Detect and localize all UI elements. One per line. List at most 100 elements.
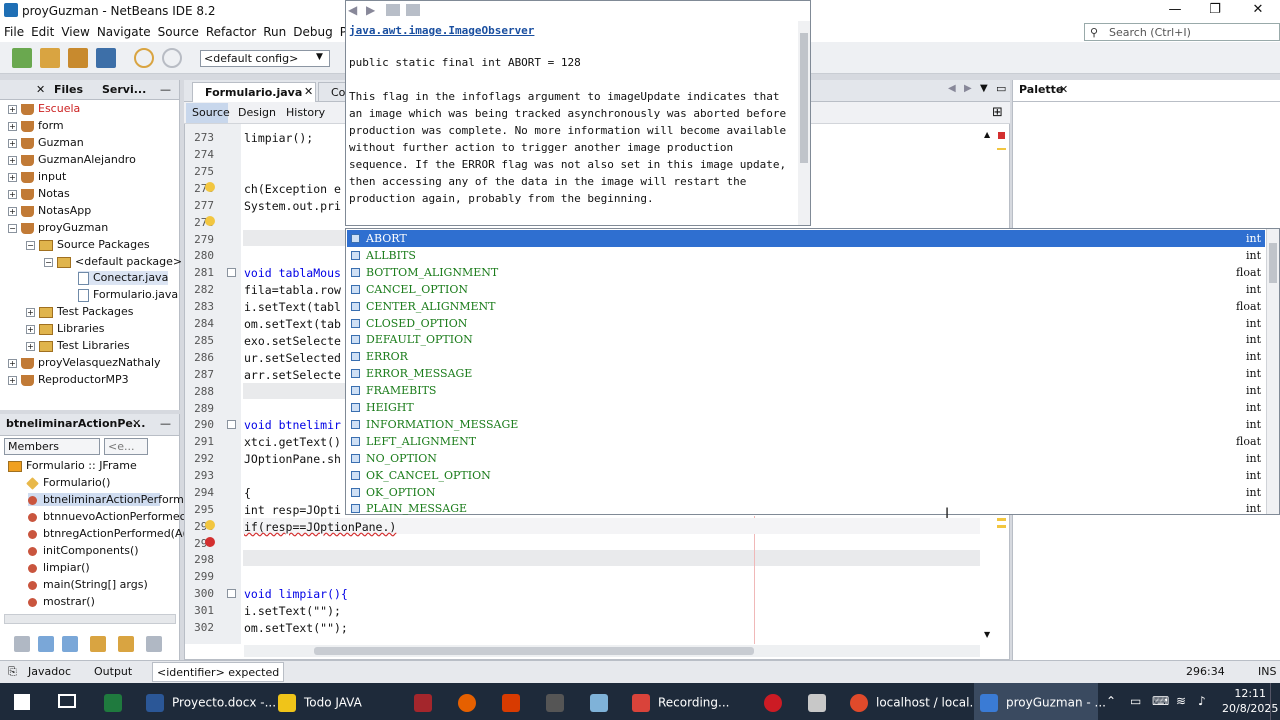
office-icon[interactable] — [502, 683, 528, 720]
tree-item-test-packages[interactable]: + Test Packages — [26, 305, 133, 318]
code-line[interactable]: exo.setSelecte — [244, 334, 341, 348]
close-icon[interactable]: ✕ — [1059, 83, 1068, 96]
forward-arrow-icon[interactable]: ▶ — [366, 3, 375, 17]
new-project-icon[interactable] — [40, 48, 60, 68]
completion-scrollbar[interactable] — [1266, 229, 1279, 514]
completion-item[interactable]: FRAMEBITS int — [347, 382, 1265, 399]
completion-item[interactable]: HEIGHT int — [347, 399, 1265, 416]
completion-item[interactable]: CENTER_ALIGNMENT float — [347, 298, 1265, 315]
error-stripe-marker[interactable] — [998, 132, 1005, 139]
search-input[interactable]: Search (Ctrl+I) — [1084, 23, 1280, 41]
filter-icon[interactable] — [38, 636, 54, 652]
menu-navigate[interactable]: Navigate — [93, 22, 154, 39]
tab-services[interactable]: Servi... — [102, 83, 146, 96]
chevron-right-icon[interactable]: ▶ — [964, 83, 972, 94]
tree-item-default-package[interactable]: − <default package> — [44, 255, 182, 268]
split-view-icon[interactable]: ⊞ — [992, 105, 1003, 120]
code-line[interactable]: i.setText(tabl — [244, 300, 341, 314]
code-line[interactable]: int resp=JOpti — [244, 503, 341, 517]
completion-item[interactable]: ABORT int — [347, 230, 1265, 247]
maximize-button[interactable]: ❐ — [1195, 2, 1235, 20]
fold-icon[interactable] — [227, 420, 236, 429]
notifications-icon[interactable]: ⎘ — [8, 665, 17, 679]
close-icon[interactable]: ✕ — [132, 417, 141, 430]
back-arrow-icon[interactable]: ◀ — [348, 3, 357, 17]
editor-horizontal-scrollbar[interactable] — [244, 645, 980, 657]
code-line[interactable]: System.out.pri — [244, 199, 341, 213]
completion-item[interactable]: DEFAULT_OPTION int — [347, 331, 1265, 348]
tree-item-input[interactable]: + input — [8, 170, 66, 183]
minimize-button[interactable]: — — [1155, 2, 1195, 20]
filter-icon[interactable] — [14, 636, 30, 652]
warning-stripe-marker[interactable] — [997, 518, 1006, 521]
completion-item[interactable]: OK_OPTION int — [347, 484, 1265, 501]
tab-files[interactable]: Files — [54, 83, 83, 96]
javadoc-tab[interactable]: Javadoc — [28, 665, 71, 678]
tree-item-source-packages[interactable]: − Source Packages — [26, 238, 150, 251]
completion-item[interactable]: CANCEL_OPTION int — [347, 281, 1265, 298]
warning-icon[interactable] — [205, 520, 215, 530]
completion-item[interactable]: INFORMATION_MESSAGE int — [347, 416, 1265, 433]
nav-item-limpiar[interactable]: limpiar() — [28, 561, 90, 574]
tree-item-guzmanalejandro[interactable]: + GuzmanAlejandro — [8, 153, 136, 166]
firefox-icon[interactable] — [458, 683, 484, 720]
taskbar-word[interactable]: Proyecto.docx -... — [146, 683, 276, 720]
nav-item-btnnuevo[interactable]: btnnuevoActionPerformec — [28, 510, 186, 523]
tree-item-form[interactable]: + form — [8, 119, 64, 132]
filter-icon[interactable] — [62, 636, 78, 652]
output-tab[interactable]: Output — [94, 665, 132, 678]
task-view-icon[interactable] — [58, 683, 76, 720]
access-icon[interactable] — [414, 683, 440, 720]
tree-item-reproductormp3[interactable]: + ReproductorMP3 — [8, 373, 129, 386]
nav-item-class[interactable]: Formulario :: JFrame — [8, 459, 137, 472]
completion-item[interactable]: ALLBITS int — [347, 247, 1265, 264]
filter-icon[interactable] — [118, 636, 134, 652]
code-line[interactable]: JOptionPane.sh — [244, 452, 341, 466]
mail-icon[interactable] — [808, 683, 834, 720]
goto-source-icon[interactable] — [406, 4, 420, 16]
code-line-current[interactable]: if(resp==JOptionPane.) — [244, 520, 396, 534]
completion-item[interactable]: BOTTOM_ALIGNMENT float — [347, 264, 1265, 281]
taskbar-folder[interactable]: Todo JAVA — [278, 683, 362, 720]
chevron-up-icon[interactable]: ⌃ — [1106, 683, 1116, 720]
tab-history[interactable]: History — [286, 106, 325, 119]
menu-file[interactable]: File — [0, 22, 27, 39]
calculator-icon[interactable] — [546, 683, 572, 720]
redo-icon[interactable] — [162, 48, 182, 68]
lock-icon[interactable] — [90, 636, 106, 652]
tree-item-notas[interactable]: + Notas — [8, 187, 70, 200]
save-all-icon[interactable] — [96, 48, 116, 68]
chevron-left-icon[interactable]: ◀ — [948, 83, 956, 94]
navigator-scrollbar[interactable] — [4, 614, 176, 624]
taskbar-netbeans[interactable]: proyGuzman - ... — [974, 683, 1106, 720]
code-line[interactable]: xtci.getText() — [244, 435, 341, 449]
completion-item[interactable]: OK_CANCEL_OPTION int — [347, 467, 1265, 484]
warning-stripe-marker[interactable] — [997, 148, 1006, 150]
wifi-icon[interactable]: ≋ — [1176, 683, 1186, 720]
completion-item[interactable]: ERROR int — [347, 348, 1265, 365]
menu-source[interactable]: Source — [154, 22, 202, 39]
tab-source[interactable]: Source — [186, 103, 230, 123]
completion-item[interactable]: ERROR_MESSAGE int — [347, 365, 1265, 382]
completion-item[interactable]: CLOSED_OPTION int — [347, 315, 1265, 332]
minimize-panel-icon[interactable]: — — [160, 417, 171, 430]
volume-icon[interactable]: ♪ — [1198, 683, 1206, 720]
open-project-icon[interactable] — [68, 48, 88, 68]
minimize-panel-icon[interactable]: ▭ — [996, 82, 1006, 95]
completion-item[interactable]: LEFT_ALIGNMENT float — [347, 433, 1265, 450]
close-button[interactable]: ✕ — [1238, 2, 1278, 20]
members-filter-select[interactable]: Members — [4, 438, 100, 455]
code-line[interactable]: void tablaMous — [244, 266, 341, 280]
fold-icon[interactable] — [227, 589, 236, 598]
excel-icon[interactable] — [104, 683, 130, 720]
windows-start-icon[interactable] — [14, 683, 30, 720]
warning-stripe-marker[interactable] — [997, 525, 1006, 528]
code-line[interactable]: limpiar(); — [244, 131, 313, 145]
nav-item-main[interactable]: main(String[] args) — [28, 578, 148, 591]
fold-icon[interactable] — [227, 268, 236, 277]
keyboard-icon[interactable]: ⌨ — [1152, 683, 1169, 720]
close-icon[interactable]: ✕ — [36, 83, 45, 96]
tree-item-formulario-java[interactable]: Formulario.java — [78, 288, 178, 302]
tab-formulario-java[interactable]: Formulario.java — [192, 82, 316, 102]
javadoc-scrollbar[interactable] — [798, 21, 810, 225]
